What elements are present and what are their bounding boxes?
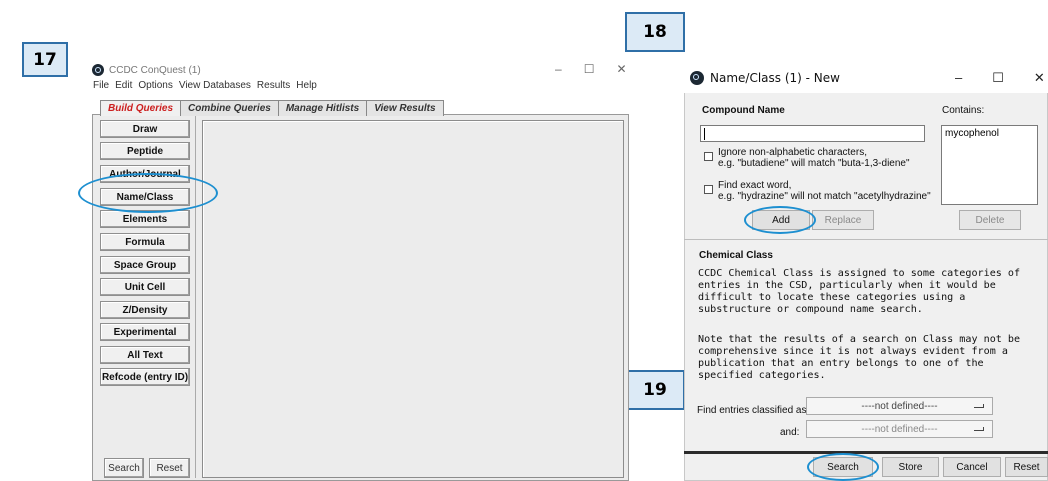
footer-divider	[684, 451, 1048, 454]
menu-help[interactable]: Help	[296, 80, 317, 91]
desc-line-3: difficult to locate these categories usi…	[698, 292, 966, 303]
step-badge-18: 18	[625, 12, 685, 52]
menu-edit[interactable]: Edit	[115, 80, 132, 91]
dropdown-arrow-icon	[974, 404, 984, 408]
dialog-window-controls: – ☐ ✕	[955, 70, 1045, 86]
class-select-2-value: ----not defined----	[861, 423, 938, 435]
chemical-class-label: Chemical Class	[699, 250, 773, 261]
minimize-icon[interactable]: –	[955, 70, 962, 86]
store-button[interactable]: Store	[882, 457, 939, 477]
draw-button[interactable]: Draw	[100, 120, 190, 138]
text-caret	[704, 128, 705, 140]
tab-manage-hitlists[interactable]: Manage Hitlists	[277, 100, 368, 116]
class-select-1-value: ----not defined----	[861, 400, 938, 412]
refcode-button[interactable]: Refcode (entry ID)	[100, 368, 190, 386]
contains-listbox[interactable]: mycophenol	[941, 125, 1038, 205]
conquest-tabs: Build Queries Combine Queries Manage Hit…	[100, 100, 444, 116]
cancel-button[interactable]: Cancel	[943, 457, 1001, 477]
minimize-icon[interactable]: –	[555, 62, 562, 76]
compound-name-input[interactable]	[700, 125, 925, 142]
query-workspace-panel	[202, 120, 624, 478]
ccdc-logo-icon	[690, 71, 704, 85]
desc-line-2: entries in the CSD, particularly when it…	[698, 280, 996, 291]
dropdown-arrow-icon	[974, 427, 984, 431]
step-badge-17: 17	[22, 42, 68, 77]
maximize-icon[interactable]: ☐	[584, 62, 595, 76]
tab-build-queries[interactable]: Build Queries	[100, 100, 182, 116]
ignore-nonalpha-checkbox[interactable]	[704, 152, 713, 161]
exact-word-label: Find exact word,	[718, 180, 792, 191]
unit-cell-button[interactable]: Unit Cell	[100, 278, 190, 296]
menu-file[interactable]: File	[93, 80, 109, 91]
author-journal-button[interactable]: Author/Journal	[100, 165, 190, 183]
dialog-title: Name/Class (1) - New	[710, 71, 840, 85]
ignore-nonalpha-example: e.g. "butadiene" will match "buta-1,3-di…	[718, 158, 910, 169]
desc-line-6: Note that the results of a search on Cla…	[698, 334, 1021, 345]
step-badge-19: 19	[625, 370, 685, 410]
conquest-reset-button[interactable]: Reset	[149, 458, 190, 478]
tab-view-results[interactable]: View Results	[366, 100, 444, 116]
ignore-nonalpha-label: Ignore non-alphabetic characters,	[718, 147, 867, 158]
conquest-window-controls: – ☐ ✕	[555, 62, 627, 76]
replace-button[interactable]: Replace	[812, 210, 874, 230]
desc-line-4: substructure or compound name search.	[698, 304, 923, 315]
reset-button[interactable]: Reset	[1005, 457, 1048, 477]
compound-name-label: Compound Name	[702, 105, 785, 116]
formula-button[interactable]: Formula	[100, 233, 190, 251]
class-select-1[interactable]: ----not defined----	[806, 397, 993, 415]
list-item[interactable]: mycophenol	[945, 128, 1034, 139]
z-density-button[interactable]: Z/Density	[100, 301, 190, 319]
exact-word-example: e.g. "hydrazine" will not match "acetylh…	[718, 191, 931, 202]
desc-line-9: specified categories.	[698, 370, 826, 381]
search-button[interactable]: Search	[813, 457, 873, 477]
and-label: and:	[780, 427, 800, 438]
class-select-2[interactable]: ----not defined----	[806, 420, 993, 438]
space-group-button[interactable]: Space Group	[100, 256, 190, 274]
close-icon[interactable]: ✕	[1034, 70, 1045, 86]
conquest-menubar: File Edit Options View Databases Results…	[93, 80, 317, 91]
tab-combine-queries[interactable]: Combine Queries	[180, 100, 279, 116]
add-button[interactable]: Add	[752, 210, 810, 230]
desc-line-1: CCDC Chemical Class is assigned to some …	[698, 268, 1021, 279]
desc-line-8: publication that an entry belongs to one…	[698, 358, 984, 369]
experimental-button[interactable]: Experimental	[100, 323, 190, 341]
desc-line-7: comprehensive since it is not always evi…	[698, 346, 1008, 357]
delete-button[interactable]: Delete	[959, 210, 1021, 230]
elements-button[interactable]: Elements	[100, 210, 190, 228]
name-class-button[interactable]: Name/Class	[100, 188, 190, 206]
conquest-title: CCDC ConQuest (1)	[109, 64, 201, 76]
conquest-titlebar: CCDC ConQuest (1)	[92, 64, 201, 76]
conquest-search-button[interactable]: Search	[104, 458, 144, 478]
all-text-button[interactable]: All Text	[100, 346, 190, 364]
menu-results[interactable]: Results	[257, 80, 290, 91]
peptide-button[interactable]: Peptide	[100, 142, 190, 160]
close-icon[interactable]: ✕	[616, 62, 626, 76]
menu-options[interactable]: Options	[138, 80, 172, 91]
contains-label: Contains:	[942, 105, 985, 116]
exact-word-checkbox[interactable]	[704, 185, 713, 194]
maximize-icon[interactable]: ☐	[992, 70, 1004, 86]
ccdc-logo-icon	[92, 64, 104, 76]
menu-view-databases[interactable]: View Databases	[179, 80, 251, 91]
section-divider	[684, 239, 1048, 240]
find-classified-label: Find entries classified as:	[697, 405, 810, 416]
